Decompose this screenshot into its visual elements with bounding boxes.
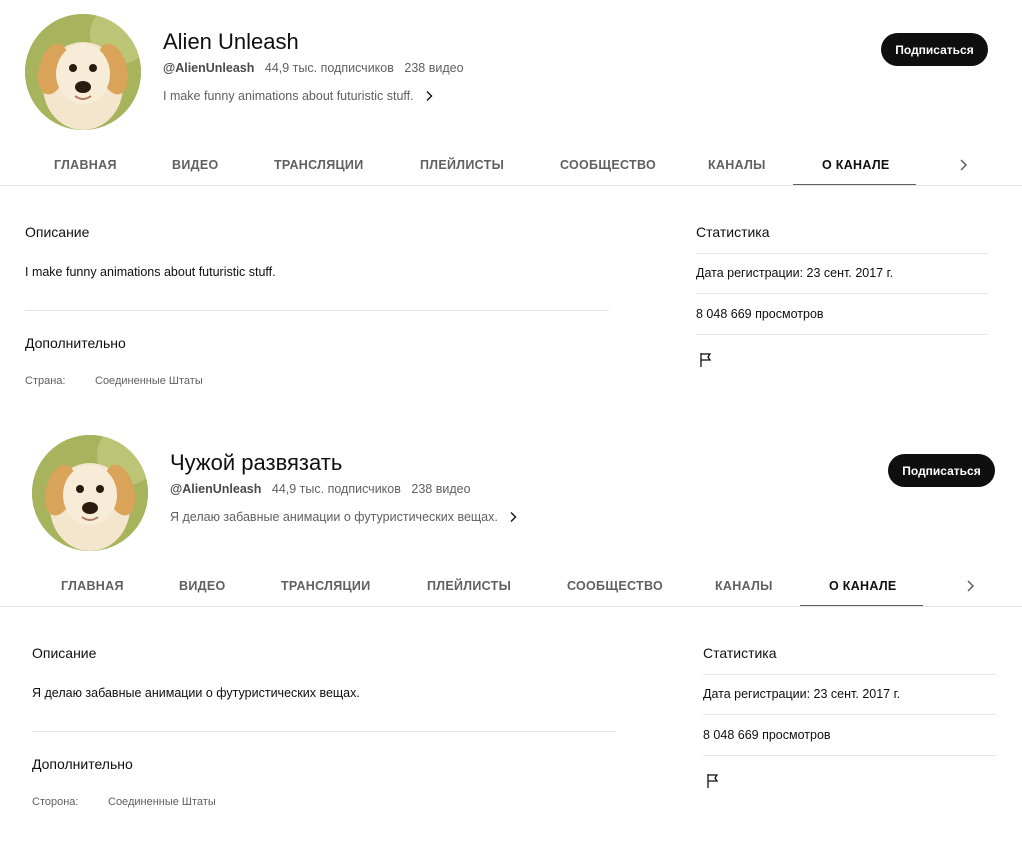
tab-playlists[interactable]: ПЛЕЙЛИСТЫ: [427, 565, 511, 607]
description-text: Я делаю забавные анимации о футуристичес…: [32, 686, 360, 700]
subscriber-count: 44,9 тыс. подписчиков: [264, 61, 394, 75]
stats-divider: [696, 253, 988, 254]
stats-heading: Статистика: [696, 224, 770, 240]
tab-channels[interactable]: КАНАЛЫ: [715, 565, 773, 607]
tab-videos[interactable]: ВИДЕО: [172, 144, 218, 186]
channel-avatar[interactable]: [32, 435, 148, 551]
channel-description-link[interactable]: I make funny animations about futuristic…: [163, 89, 435, 103]
stats-heading: Статистика: [703, 645, 777, 661]
description-heading: Описание: [32, 645, 97, 661]
join-date: Дата регистрации: 23 сент. 2017 г.: [696, 266, 894, 280]
description-heading: Описание: [25, 224, 90, 240]
tab-community[interactable]: СООБЩЕСТВО: [567, 565, 663, 607]
channel-meta: @AlienUnleash 44,9 тыс. подписчиков 238 …: [163, 61, 471, 75]
details-heading: Дополнительно: [25, 335, 126, 351]
channel-description-link[interactable]: Я делаю забавные анимации о футуристичес…: [170, 510, 519, 524]
channel-handle: @AlienUnleash: [170, 482, 262, 496]
country-label: Страна:: [25, 375, 66, 387]
chevron-right-icon[interactable]: [962, 578, 978, 594]
chevron-right-icon[interactable]: [955, 157, 971, 173]
stats-divider: [703, 755, 995, 756]
chevron-right-icon: [426, 91, 433, 101]
tab-videos[interactable]: ВИДЕО: [179, 565, 225, 607]
flag-icon[interactable]: [705, 772, 723, 790]
stats-divider: [696, 293, 988, 294]
stats-divider: [696, 334, 988, 335]
description-divider: [25, 310, 609, 311]
tabs-divider: [0, 606, 1022, 607]
channel-description-preview: Я делаю забавные анимации о футуристичес…: [170, 510, 498, 524]
channel-panel-russian: Чужой развязать @AlienUnleash 44,9 тыс. …: [0, 421, 1022, 842]
details-heading: Дополнительно: [32, 756, 133, 772]
description-divider: [32, 731, 616, 732]
channel-handle: @AlienUnleash: [163, 61, 255, 75]
channel-description-preview: I make funny animations about futuristic…: [163, 89, 414, 103]
channel-avatar[interactable]: [25, 14, 141, 130]
channel-panel-english: Alien Unleash @AlienUnleash 44,9 тыс. по…: [0, 0, 1022, 421]
country-value: Соединенные Штаты: [108, 796, 216, 808]
description-text: I make funny animations about futuristic…: [25, 265, 276, 279]
chevron-right-icon: [510, 512, 517, 522]
channel-title: Alien Unleash: [163, 29, 299, 54]
country-label: Сторона:: [32, 796, 79, 808]
puppy-avatar-image: [32, 435, 148, 551]
tabs-divider: [0, 185, 1022, 186]
subscriber-count: 44,9 тыс. подписчиков: [271, 482, 401, 496]
channel-meta: @AlienUnleash 44,9 тыс. подписчиков 238 …: [170, 482, 478, 496]
tab-channels[interactable]: КАНАЛЫ: [708, 144, 766, 186]
tab-about[interactable]: О КАНАЛЕ: [829, 565, 897, 607]
view-count: 8 048 669 просмотров: [703, 728, 831, 742]
tab-home[interactable]: ГЛАВНАЯ: [61, 565, 124, 607]
tab-community[interactable]: СООБЩЕСТВО: [560, 144, 656, 186]
tab-home[interactable]: ГЛАВНАЯ: [54, 144, 117, 186]
channel-title: Чужой развязать: [170, 450, 343, 475]
country-value: Соединенные Штаты: [95, 375, 203, 387]
tab-live[interactable]: ТРАНСЛЯЦИИ: [274, 144, 364, 186]
subscribe-button[interactable]: Подписаться: [881, 33, 988, 66]
tab-playlists[interactable]: ПЛЕЙЛИСТЫ: [420, 144, 504, 186]
puppy-avatar-image: [25, 14, 141, 130]
subscribe-button[interactable]: Подписаться: [888, 454, 995, 487]
tab-about[interactable]: О КАНАЛЕ: [822, 144, 890, 186]
tab-live[interactable]: ТРАНСЛЯЦИИ: [281, 565, 371, 607]
video-count: 238 видео: [411, 482, 471, 496]
video-count: 238 видео: [404, 61, 464, 75]
channel-tabs: ГЛАВНАЯ ВИДЕО ТРАНСЛЯЦИИ ПЛЕЙЛИСТЫ СООБЩ…: [0, 144, 1022, 186]
flag-icon[interactable]: [698, 351, 716, 369]
join-date: Дата регистрации: 23 сент. 2017 г.: [703, 687, 901, 701]
stats-divider: [703, 674, 995, 675]
view-count: 8 048 669 просмотров: [696, 307, 824, 321]
channel-tabs: ГЛАВНАЯ ВИДЕО ТРАНСЛЯЦИИ ПЛЕЙЛИСТЫ СООБЩ…: [0, 565, 1022, 607]
stats-divider: [703, 714, 995, 715]
